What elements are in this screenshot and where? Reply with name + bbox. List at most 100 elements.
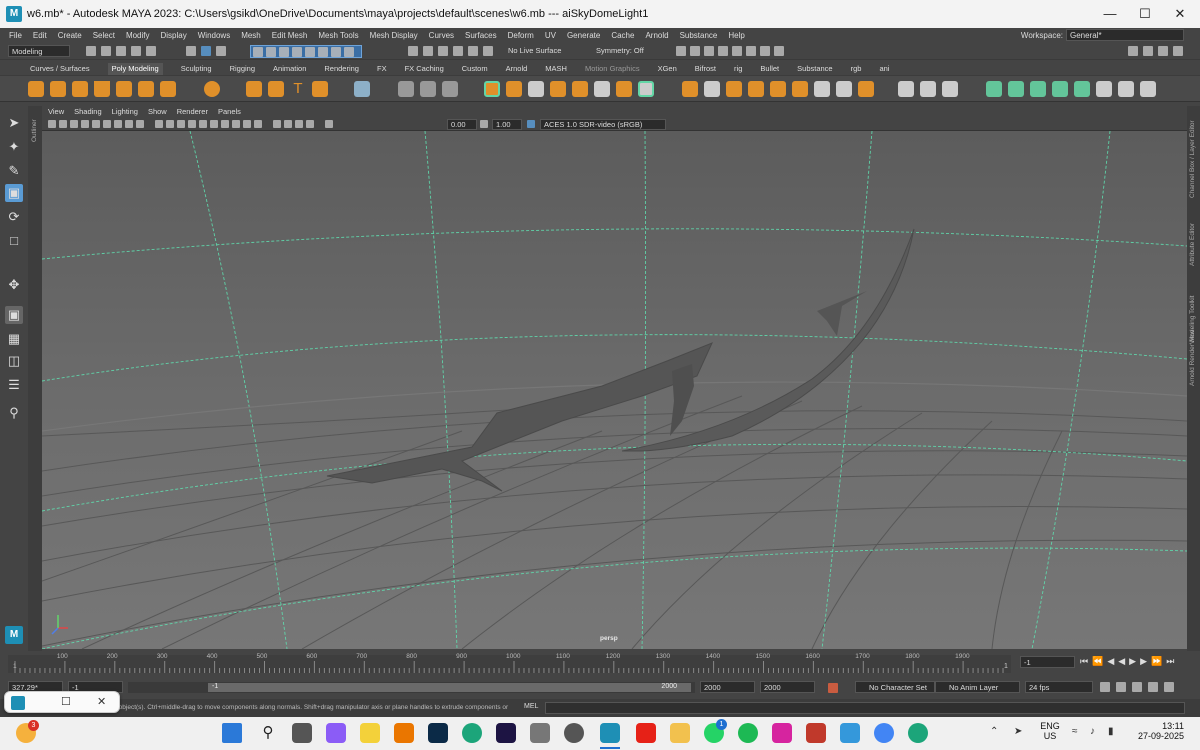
loop-icon[interactable]: [1100, 682, 1110, 692]
camera-attributes-icon[interactable]: [59, 120, 67, 128]
input-icon[interactable]: [453, 46, 463, 56]
image-plane-icon[interactable]: [81, 120, 89, 128]
menu-file[interactable]: File: [9, 31, 22, 40]
color-management-icon[interactable]: [527, 120, 535, 128]
depth-of-field-icon[interactable]: [254, 120, 262, 128]
key-icon[interactable]: [1116, 682, 1126, 692]
new-scene-icon[interactable]: [86, 46, 96, 56]
capcut-icon[interactable]: [530, 723, 550, 743]
tool-settings-icon[interactable]: [1173, 46, 1183, 56]
snap-face-icon[interactable]: [344, 47, 354, 57]
uv-sew-icon[interactable]: [1140, 81, 1156, 97]
menu-create[interactable]: Create: [58, 31, 82, 40]
menu-cache[interactable]: Cache: [611, 31, 634, 40]
shelf-tab-curves-surfaces[interactable]: Curves / Surfaces: [30, 63, 90, 75]
chamfer-icon[interactable]: [836, 81, 852, 97]
select-object-icon[interactable]: [201, 46, 211, 56]
boolean-union-icon[interactable]: [572, 81, 588, 97]
popup-restore-button[interactable]: ☐: [61, 695, 71, 708]
uv-cut-icon[interactable]: [1118, 81, 1134, 97]
pause-icon[interactable]: [774, 46, 784, 56]
gamma-field[interactable]: 1.00: [492, 119, 522, 130]
start-icon[interactable]: [222, 723, 242, 743]
select-hierarchy-icon[interactable]: [186, 46, 196, 56]
extrude-icon[interactable]: [682, 81, 698, 97]
poly-cylinder-icon[interactable]: [72, 81, 88, 97]
scale-tool-icon[interactable]: □: [5, 232, 23, 250]
panel-menu-lighting[interactable]: Lighting: [112, 106, 138, 118]
wireframe-on-shaded-icon[interactable]: [177, 120, 185, 128]
copilot-icon[interactable]: [326, 723, 346, 743]
wedge-icon[interactable]: [792, 81, 808, 97]
panel-menu-panels[interactable]: Panels: [218, 106, 241, 118]
step-back-frame-icon[interactable]: ◀: [1107, 656, 1114, 667]
edge-dev-icon[interactable]: [908, 723, 928, 743]
menu-substance[interactable]: Substance: [680, 31, 718, 40]
live-surface-field[interactable]: No Live Surface: [508, 46, 561, 55]
film-gate-icon[interactable]: [103, 120, 111, 128]
app-icon[interactable]: [840, 723, 860, 743]
super-shape-icon[interactable]: [246, 81, 262, 97]
poke-icon[interactable]: [814, 81, 830, 97]
play-icon[interactable]: [760, 46, 770, 56]
xray-joints-icon[interactable]: [295, 120, 303, 128]
shelf-tab-substance[interactable]: Substance: [797, 63, 832, 75]
menu-edit-mesh[interactable]: Edit Mesh: [272, 31, 308, 40]
redo-icon[interactable]: [146, 46, 156, 56]
motion-blur-icon[interactable]: [232, 120, 240, 128]
shelf-tab-mash[interactable]: MASH: [545, 63, 567, 75]
uv-spherical-icon[interactable]: [1030, 81, 1046, 97]
tray-overflow-icon[interactable]: ⌃: [990, 726, 998, 737]
shelf-tab-bullet[interactable]: Bullet: [760, 63, 779, 75]
go-to-start-icon[interactable]: ⏮: [1080, 656, 1088, 667]
four-view-icon[interactable]: ▦: [5, 330, 23, 348]
poly-cone-icon[interactable]: [94, 81, 110, 97]
mirror-icon[interactable]: [616, 81, 632, 97]
playback-end-field[interactable]: 2000: [760, 681, 815, 693]
screen-space-ao-icon[interactable]: [221, 120, 229, 128]
shelf-tab-xgen[interactable]: XGen: [658, 63, 677, 75]
uv-layout-icon[interactable]: [1096, 81, 1112, 97]
instagram-icon[interactable]: [772, 723, 792, 743]
gamma-icon[interactable]: [480, 120, 488, 128]
edge-icon[interactable]: [462, 723, 482, 743]
clock[interactable]: 13:11 27-09-2025: [1130, 721, 1184, 741]
close-button[interactable]: ✕: [1160, 4, 1200, 24]
boolean-difference-icon[interactable]: [594, 81, 610, 97]
attribute-editor-tab[interactable]: Attribute Editor: [1189, 223, 1196, 266]
safe-action-icon[interactable]: [136, 120, 144, 128]
poly-disc-icon[interactable]: [160, 81, 176, 97]
channel-box-tab[interactable]: Channel Box / Layer Editor: [1189, 120, 1196, 198]
substance-icon[interactable]: [806, 723, 826, 743]
mel-label[interactable]: MEL: [524, 703, 538, 710]
shelf-tab-fx-caching[interactable]: FX Caching: [405, 63, 444, 75]
bridge-icon[interactable]: [638, 81, 654, 97]
file-explorer-icon[interactable]: [670, 723, 690, 743]
shelf-tab-rgb[interactable]: rgb: [851, 63, 862, 75]
uv-unfold-icon[interactable]: [1074, 81, 1090, 97]
smooth-shade-icon[interactable]: [166, 120, 174, 128]
panel-menu-view[interactable]: View: [48, 106, 64, 118]
play-backwards-icon[interactable]: ◀: [1118, 656, 1125, 667]
shelf-tab-custom[interactable]: Custom: [462, 63, 488, 75]
svg-tool-icon[interactable]: [312, 81, 328, 97]
menu-mesh-tools[interactable]: Mesh Tools: [318, 31, 358, 40]
popup-close-button[interactable]: ✕: [97, 695, 106, 708]
move-tool-icon[interactable]: ▣: [5, 184, 23, 202]
shelf-tab-ani[interactable]: ani: [879, 63, 889, 75]
menu-generate[interactable]: Generate: [567, 31, 600, 40]
merge-icon[interactable]: [420, 81, 436, 97]
menu-mesh[interactable]: Mesh: [241, 31, 261, 40]
extract-icon[interactable]: [528, 81, 544, 97]
render-view-icon[interactable]: [732, 46, 742, 56]
history-icon[interactable]: [423, 46, 433, 56]
exposure-field[interactable]: 0.00: [447, 119, 477, 130]
menu-arnold[interactable]: Arnold: [645, 31, 668, 40]
menu-mesh-display[interactable]: Mesh Display: [370, 31, 418, 40]
step-back-key-icon[interactable]: ⏪: [1092, 656, 1103, 667]
poly-plane-icon[interactable]: [138, 81, 154, 97]
single-view-icon[interactable]: ▣: [5, 306, 23, 324]
youtube-icon[interactable]: [636, 723, 656, 743]
symmetry-dropdown[interactable]: Symmetry: Off: [596, 46, 644, 55]
character-set-dropdown[interactable]: No Character Set: [855, 681, 935, 693]
